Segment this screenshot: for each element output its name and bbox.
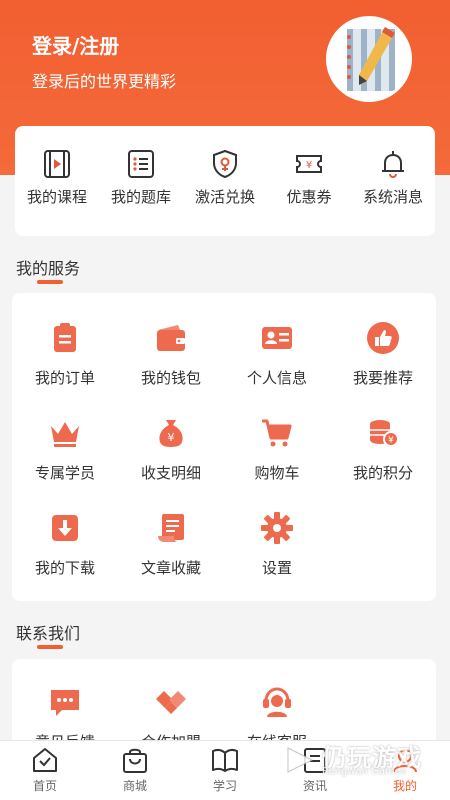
- course-video-icon: [44, 150, 70, 178]
- shopping-bag-icon: [123, 748, 147, 773]
- quick-item-label: 我的题库: [110, 188, 171, 206]
- service-label: 收支明细: [140, 464, 201, 482]
- book-icon: [212, 748, 238, 772]
- svg-text:¥: ¥: [306, 160, 312, 171]
- scroll-icon: [158, 514, 184, 542]
- wallet-icon: [157, 325, 185, 351]
- tab-label: 学习: [212, 779, 237, 793]
- section-underline: [37, 645, 63, 649]
- quick-item-label: 我的课程: [26, 188, 87, 206]
- svg-text:¥: ¥: [388, 436, 394, 446]
- quick-item-my-courses[interactable]: 我的课程: [15, 148, 99, 207]
- coupon-icon: ¥: [296, 155, 322, 173]
- tab-label: 商城: [122, 779, 147, 793]
- service-label: 专属学员: [34, 464, 95, 482]
- bell-icon: [382, 151, 404, 178]
- quick-item-label: 系统消息: [362, 188, 423, 206]
- service-label: 我的下载: [34, 559, 95, 577]
- service-label: 我的积分: [352, 464, 413, 482]
- money-bag-icon: ¥: [159, 420, 183, 447]
- services-card: 我的订单 我的钱包 个人信息 我要推荐 专属学员 ¥ 收支明细 购物车 ¥ 我的…: [12, 293, 436, 601]
- quick-item-question-bank[interactable]: 我的题库: [99, 148, 183, 207]
- tab-study[interactable]: 学习: [180, 745, 270, 794]
- activate-shield-icon: [213, 149, 237, 179]
- tab-home[interactable]: 首页: [0, 745, 90, 794]
- service-label: 设置: [261, 559, 292, 577]
- id-card-icon: [262, 327, 292, 349]
- service-cart[interactable]: 购物车: [224, 416, 330, 483]
- chat-bubble-icon: [51, 690, 79, 716]
- tab-label: 首页: [32, 779, 57, 793]
- quick-item-label: 优惠券: [286, 188, 332, 206]
- watermark-logo-icon: [287, 747, 314, 773]
- handshake-icon: [156, 691, 186, 714]
- tab-mall[interactable]: 商城: [90, 745, 180, 794]
- download-icon: [52, 515, 78, 541]
- service-my-downloads[interactable]: 我的下载: [12, 511, 118, 578]
- order-clipboard-icon: [54, 323, 76, 352]
- quick-actions-card: 我的课程 我的题库 激活兑换 ¥ 优惠券 系统消息: [15, 126, 435, 236]
- svg-text:¥: ¥: [168, 431, 175, 444]
- service-my-points[interactable]: ¥ 我的积分: [330, 416, 436, 483]
- service-label: 个人信息: [246, 369, 307, 387]
- section-title-services: 我的服务: [16, 259, 81, 278]
- thumbs-up-icon: [367, 322, 399, 354]
- service-label: 我要推荐: [352, 369, 413, 387]
- service-article-favorites[interactable]: 文章收藏: [118, 511, 224, 578]
- service-vip-student[interactable]: 专属学员: [12, 416, 118, 483]
- quick-item-coupons[interactable]: ¥ 优惠券: [267, 148, 351, 207]
- service-my-wallet[interactable]: 我的钱包: [118, 321, 224, 388]
- notebook-pencil-icon: [347, 27, 395, 91]
- quick-item-system-messages[interactable]: 系统消息: [351, 148, 435, 207]
- service-income-expense[interactable]: ¥ 收支明细: [118, 416, 224, 483]
- login-register-link[interactable]: 登录/注册: [32, 30, 119, 59]
- question-list-icon: [128, 150, 154, 178]
- login-subtitle: 登录后的世界更精彩: [32, 72, 177, 91]
- avatar[interactable]: [326, 16, 412, 102]
- gear-icon: [261, 512, 293, 544]
- service-settings[interactable]: 设置: [224, 511, 330, 578]
- watermark: 仍玩游戏 Rengwan Games: [280, 736, 440, 786]
- quick-item-label: 激活兑换: [194, 188, 255, 206]
- service-label: 我的订单: [34, 369, 95, 387]
- service-label: 文章收藏: [140, 559, 201, 577]
- watermark-subtext: Rengwan Games: [322, 766, 407, 777]
- service-label: 我的钱包: [140, 369, 201, 387]
- service-personal-info[interactable]: 个人信息: [224, 321, 330, 388]
- cart-icon: [262, 419, 292, 447]
- quick-item-activate[interactable]: 激活兑换: [183, 148, 267, 207]
- service-my-orders[interactable]: 我的订单: [12, 321, 118, 388]
- headset-icon: [263, 687, 291, 717]
- service-label: 购物车: [254, 464, 300, 482]
- section-underline: [37, 280, 63, 284]
- crown-icon: [51, 422, 79, 447]
- home-icon: [33, 748, 57, 772]
- service-recommend[interactable]: 我要推荐: [330, 321, 436, 388]
- section-title-contact: 联系我们: [16, 624, 81, 643]
- coins-icon: ¥: [370, 420, 399, 447]
